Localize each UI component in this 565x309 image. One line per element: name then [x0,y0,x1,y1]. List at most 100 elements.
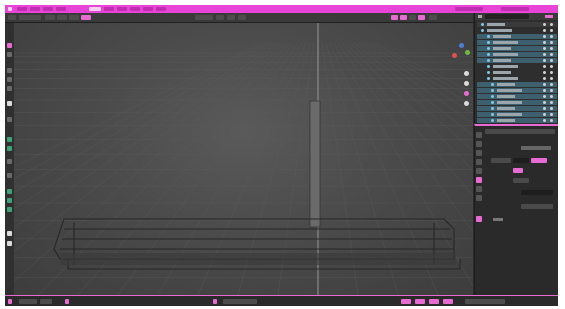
outliner-row[interactable] [477,64,557,69]
3d-viewport[interactable] [14,23,473,295]
visibility-eye-icon[interactable] [543,107,546,110]
render-camera-icon[interactable] [550,23,553,26]
shading-rendered-button[interactable] [418,15,425,20]
outliner-row[interactable] [477,118,557,123]
shading-material-button[interactable] [409,15,416,20]
workspace-tab[interactable] [143,7,153,11]
zoom-view-icon[interactable] [464,71,469,76]
outliner-row[interactable] [477,70,557,75]
visibility-eye-icon[interactable] [543,119,546,122]
spin-tool-icon[interactable] [7,207,12,212]
inset-tool-icon[interactable] [7,146,12,151]
property-toggle[interactable] [531,158,547,163]
world-properties-tab[interactable] [476,168,482,174]
visibility-eye-icon[interactable] [543,71,546,74]
outliner-row[interactable] [477,94,557,99]
extrude-tool-icon[interactable] [7,137,12,142]
outliner-row[interactable] [477,82,557,87]
property-field[interactable] [513,178,529,183]
editor-type-button[interactable] [8,15,16,20]
outliner-search-input[interactable] [485,14,529,19]
outliner-options-icon[interactable] [545,15,553,18]
view-layer-selector[interactable] [501,7,529,11]
property-field[interactable] [521,204,553,209]
visibility-eye-icon[interactable] [543,101,546,104]
scene-selector[interactable] [455,7,483,11]
workspace-tab[interactable] [117,7,127,11]
menu-render[interactable] [43,7,53,11]
pivot-point[interactable] [216,15,224,20]
mode-selector[interactable] [19,15,41,20]
shrink-fatten-icon[interactable] [7,231,12,236]
move-tool-icon[interactable] [7,68,12,73]
app-logo-icon[interactable] [8,7,12,11]
outliner-filter-icon[interactable] [478,15,482,18]
render-camera-icon[interactable] [550,59,553,62]
properties-search-input[interactable] [485,129,555,134]
y-axis-icon[interactable] [465,50,470,55]
outliner-row[interactable] [477,40,557,45]
visibility-eye-icon[interactable] [543,41,546,44]
workspace-tab[interactable] [104,7,114,11]
render-camera-icon[interactable] [550,107,553,110]
render-camera-icon[interactable] [550,113,553,116]
render-camera-icon[interactable] [550,71,553,74]
status-button[interactable] [443,299,453,304]
bevel-tool-icon[interactable] [7,159,12,164]
annotate-tool-icon[interactable] [7,117,12,122]
modifier-properties-tab[interactable] [476,186,482,192]
outliner-row[interactable] [477,106,557,111]
render-camera-icon[interactable] [550,53,553,56]
outliner-row[interactable] [477,22,557,27]
outliner-row[interactable] [477,88,557,93]
property-field[interactable] [513,158,529,163]
rotate-tool-icon[interactable] [7,77,12,82]
material-properties-tab[interactable] [476,195,482,201]
property-slider[interactable] [521,190,553,195]
visibility-eye-icon[interactable] [543,35,546,38]
render-camera-icon[interactable] [550,47,553,50]
visibility-eye-icon[interactable] [543,47,546,50]
menu-window[interactable] [56,7,66,11]
camera-view-icon[interactable] [464,91,469,96]
select-menu[interactable] [57,15,67,20]
render-camera-icon[interactable] [550,29,553,32]
visibility-eye-icon[interactable] [543,77,546,80]
visibility-eye-icon[interactable] [543,95,546,98]
cursor-icon[interactable] [7,52,12,57]
knife-tool-icon[interactable] [7,189,12,194]
data-properties-tab[interactable] [476,216,482,222]
status-button[interactable] [415,299,425,304]
status-button[interactable] [429,299,439,304]
visibility-eye-icon[interactable] [543,65,546,68]
shear-tool-icon[interactable] [7,241,12,246]
transform-tool-icon[interactable] [7,101,12,106]
perspective-toggle-icon[interactable] [464,101,469,106]
visibility-eye-icon[interactable] [543,113,546,116]
select-box-icon[interactable] [7,43,12,48]
render-camera-icon[interactable] [550,41,553,44]
visibility-eye-icon[interactable] [543,83,546,86]
render-camera-icon[interactable] [550,35,553,38]
snap-toggle[interactable] [227,15,235,20]
outliner-row[interactable] [477,58,557,63]
render-camera-icon[interactable] [550,95,553,98]
visibility-eye-icon[interactable] [543,29,546,32]
property-field[interactable] [491,158,511,163]
visibility-eye-icon[interactable] [543,89,546,92]
outliner-row[interactable] [477,28,557,33]
workspace-tab-active[interactable] [89,7,101,11]
pan-view-icon[interactable] [464,81,469,86]
outliner-row[interactable] [477,100,557,105]
visibility-eye-icon[interactable] [543,23,546,26]
render-properties-tab[interactable] [476,141,482,147]
visibility-eye-icon[interactable] [543,59,546,62]
shading-wireframe-button[interactable] [391,15,398,20]
scale-tool-icon[interactable] [7,86,12,91]
outliner-row[interactable] [477,46,557,51]
render-camera-icon[interactable] [550,101,553,104]
z-axis-icon[interactable] [459,43,464,48]
render-camera-icon[interactable] [550,65,553,68]
tool-properties-tab[interactable] [476,132,482,138]
poly-build-icon[interactable] [7,198,12,203]
